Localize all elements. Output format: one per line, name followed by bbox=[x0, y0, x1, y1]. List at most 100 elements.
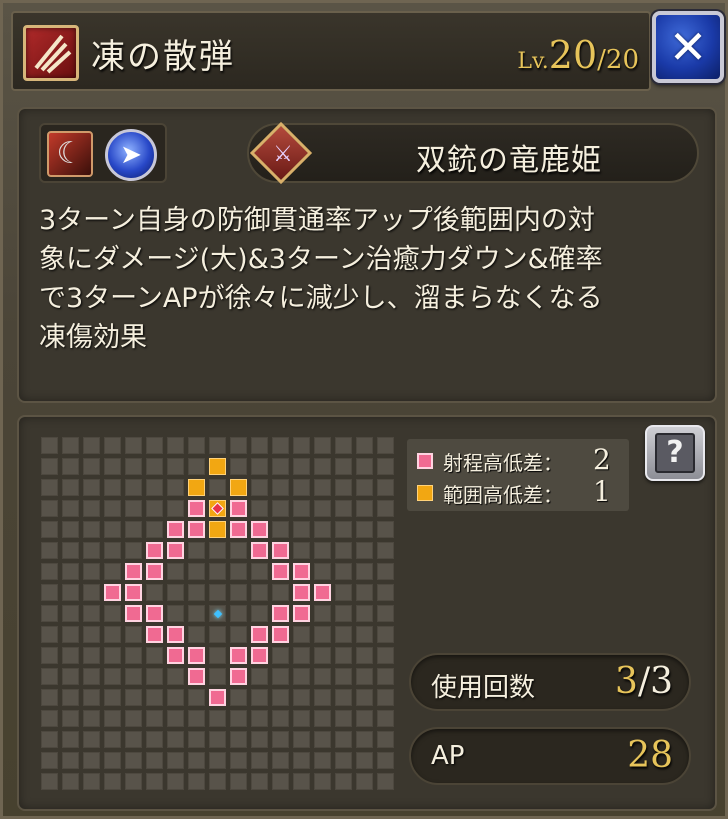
grid-cell bbox=[104, 710, 121, 727]
grid-cell bbox=[104, 479, 121, 496]
skill-level: Lv.20/20 bbox=[517, 33, 639, 77]
grid-cell bbox=[167, 668, 184, 685]
grid-cell bbox=[230, 563, 247, 580]
grid-cell bbox=[188, 731, 205, 748]
grid-cell bbox=[335, 752, 352, 769]
grid-cell bbox=[230, 458, 247, 475]
grid-cell bbox=[41, 437, 58, 454]
grid-cell bbox=[83, 773, 100, 790]
grid-cell bbox=[146, 437, 163, 454]
grid-cell bbox=[83, 584, 100, 601]
range-legend: 射程高低差： 2 範囲高低差： 1 bbox=[407, 439, 629, 511]
range-cell bbox=[251, 647, 268, 664]
range-cell bbox=[230, 521, 247, 538]
ap-label: AP bbox=[431, 741, 465, 771]
skill-description: 3ターン自身の防御貫通率アップ後範囲内の対 象にダメージ(大)&3ターン治癒力ダ… bbox=[39, 201, 699, 357]
grid-cell bbox=[230, 689, 247, 706]
range-cell bbox=[188, 521, 205, 538]
grid-cell bbox=[230, 584, 247, 601]
grid-cell bbox=[335, 584, 352, 601]
unit-plate: ⚔ 双銃の竜鹿姫 bbox=[247, 121, 699, 185]
grid-cell bbox=[125, 710, 142, 727]
description-line: 3ターン自身の防御貫通率アップ後範囲内の対 bbox=[39, 205, 595, 236]
grid-cell bbox=[167, 605, 184, 622]
grid-cell bbox=[125, 626, 142, 643]
range-cell bbox=[167, 647, 184, 664]
grid-cell bbox=[83, 542, 100, 559]
grid-cell bbox=[104, 458, 121, 475]
level-max: /20 bbox=[597, 45, 639, 75]
grid-cell bbox=[125, 752, 142, 769]
range-cell bbox=[251, 521, 268, 538]
grid-cell bbox=[209, 668, 226, 685]
range-cell bbox=[125, 584, 142, 601]
grid-cell bbox=[41, 752, 58, 769]
grid-cell bbox=[356, 458, 373, 475]
grid-cell bbox=[125, 689, 142, 706]
description-line: で3ターンAPが徐々に減少し、溜まらなくなる bbox=[39, 283, 603, 314]
claw-icon bbox=[34, 34, 72, 74]
grid-cell bbox=[62, 458, 79, 475]
grid-cell bbox=[125, 542, 142, 559]
grid-cell bbox=[272, 479, 289, 496]
skill-header: 凍の散弾 Lv.20/20 bbox=[11, 11, 651, 91]
grid-cell bbox=[167, 563, 184, 580]
range-panel: 射程高低差： 2 範囲高低差： 1 ? 使用回数 3/3 AP 28 bbox=[17, 415, 717, 811]
grid-cell bbox=[209, 563, 226, 580]
help-button[interactable]: ? bbox=[645, 425, 705, 481]
description-line: 凍傷効果 bbox=[39, 322, 147, 353]
grid-cell bbox=[272, 437, 289, 454]
grid-cell bbox=[272, 731, 289, 748]
range-height-label: 射程高低差： bbox=[443, 451, 563, 475]
grid-cell bbox=[251, 605, 268, 622]
grid-cell bbox=[188, 458, 205, 475]
grid-cell bbox=[356, 500, 373, 517]
aoe-swatch bbox=[417, 485, 433, 501]
grid-cell bbox=[83, 479, 100, 496]
grid-cell bbox=[335, 689, 352, 706]
grid-cell bbox=[335, 458, 352, 475]
grid-cell bbox=[272, 668, 289, 685]
grid-cell bbox=[62, 668, 79, 685]
ap-value: 28 bbox=[627, 735, 673, 776]
close-button[interactable]: ✕ bbox=[652, 11, 724, 83]
slash-ice-icon: ☾ bbox=[47, 131, 93, 177]
grid-cell bbox=[146, 647, 163, 664]
grid-cell bbox=[335, 437, 352, 454]
grid-cell bbox=[209, 584, 226, 601]
target-cell bbox=[209, 500, 226, 517]
legend-range-row: 射程高低差： 2 bbox=[417, 443, 627, 476]
grid-cell bbox=[188, 752, 205, 769]
aoe-cell bbox=[188, 479, 205, 496]
grid-cell bbox=[251, 731, 268, 748]
grid-cell bbox=[62, 437, 79, 454]
grid-cell bbox=[377, 752, 394, 769]
grid-cell bbox=[83, 647, 100, 664]
grid-cell bbox=[335, 710, 352, 727]
uses-value: 3/3 bbox=[615, 661, 673, 702]
grid-cell bbox=[293, 731, 310, 748]
grid-cell bbox=[314, 647, 331, 664]
range-cell bbox=[272, 605, 289, 622]
range-grid bbox=[41, 437, 397, 793]
help-icon: ? bbox=[655, 433, 695, 473]
grid-cell bbox=[356, 647, 373, 664]
grid-cell bbox=[41, 605, 58, 622]
aoe-cell bbox=[209, 521, 226, 538]
range-cell bbox=[293, 605, 310, 622]
uses-label: 使用回数 bbox=[431, 673, 536, 703]
grid-cell bbox=[146, 668, 163, 685]
grid-cell bbox=[377, 458, 394, 475]
grid-cell bbox=[230, 710, 247, 727]
grid-cell bbox=[230, 605, 247, 622]
grid-cell bbox=[377, 584, 394, 601]
grid-cell bbox=[125, 437, 142, 454]
grid-cell bbox=[356, 626, 373, 643]
grid-cell bbox=[83, 437, 100, 454]
grid-cell bbox=[293, 458, 310, 475]
range-cell bbox=[125, 563, 142, 580]
grid-cell bbox=[356, 563, 373, 580]
grid-cell bbox=[377, 563, 394, 580]
range-swatch bbox=[417, 453, 433, 469]
grid-cell bbox=[104, 689, 121, 706]
